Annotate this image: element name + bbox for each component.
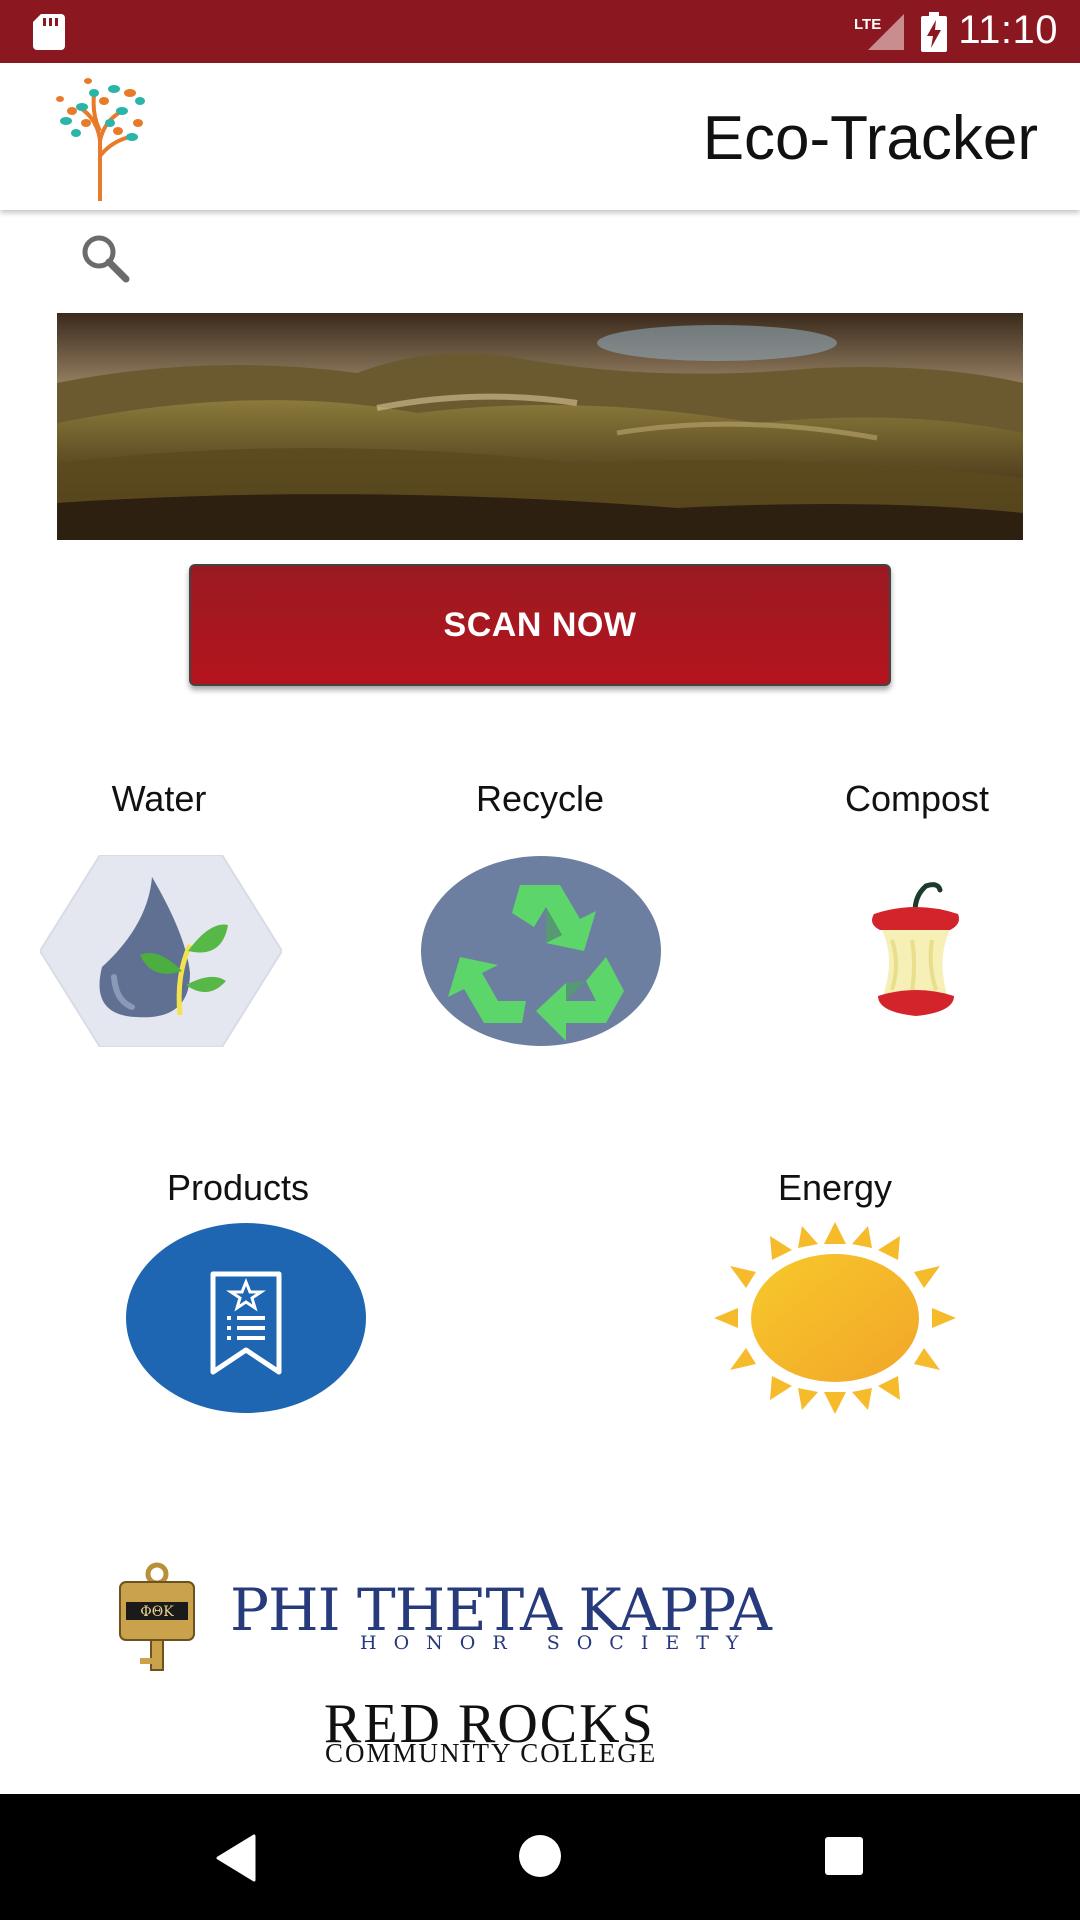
network-type-label: LTE <box>854 16 881 33</box>
category-label-energy: Energy <box>777 1167 893 1208</box>
search-icon[interactable] <box>80 233 132 285</box>
water-drop-leaf-icon[interactable] <box>40 855 282 1047</box>
apple-core-icon[interactable] <box>860 880 970 1020</box>
app-title: Eco-Tracker <box>702 104 1038 173</box>
category-label-products: Products <box>166 1167 310 1208</box>
app-bar: Eco-Tracker <box>0 63 1080 210</box>
category-label-recycle: Recycle <box>475 778 605 819</box>
category-label-compost: Compost <box>844 778 990 819</box>
lte-signal-icon: LTE <box>852 12 904 57</box>
ptk-subtitle: HONOR SOCIETY <box>360 1632 756 1654</box>
status-bar: LTE 11:10 <box>0 0 1080 63</box>
home-icon[interactable] <box>518 1834 562 1878</box>
scan-now-label: SCAN NOW <box>443 605 637 644</box>
battery-charging-icon <box>921 12 947 52</box>
status-time: 11:10 <box>958 8 1058 52</box>
scan-now-button[interactable]: SCAN NOW <box>189 564 891 686</box>
category-label-water: Water <box>111 778 207 819</box>
tree-logo-icon <box>56 78 145 201</box>
ptk-key-text: ΦΘΚ <box>140 1604 174 1620</box>
rrcc-subtitle: COMMUNITY COLLEGE <box>325 1738 658 1768</box>
back-icon[interactable] <box>214 1834 258 1882</box>
product-list-icon[interactable] <box>125 1222 367 1414</box>
system-nav-bar <box>0 1794 1080 1920</box>
recents-icon[interactable] <box>824 1836 864 1876</box>
ptk-key-logo: ΦΘΚ <box>119 1562 195 1671</box>
recycle-icon[interactable] <box>420 855 662 1047</box>
sd-card-icon <box>33 14 65 50</box>
landscape-banner-image <box>57 313 1023 540</box>
sun-icon[interactable] <box>714 1222 956 1414</box>
